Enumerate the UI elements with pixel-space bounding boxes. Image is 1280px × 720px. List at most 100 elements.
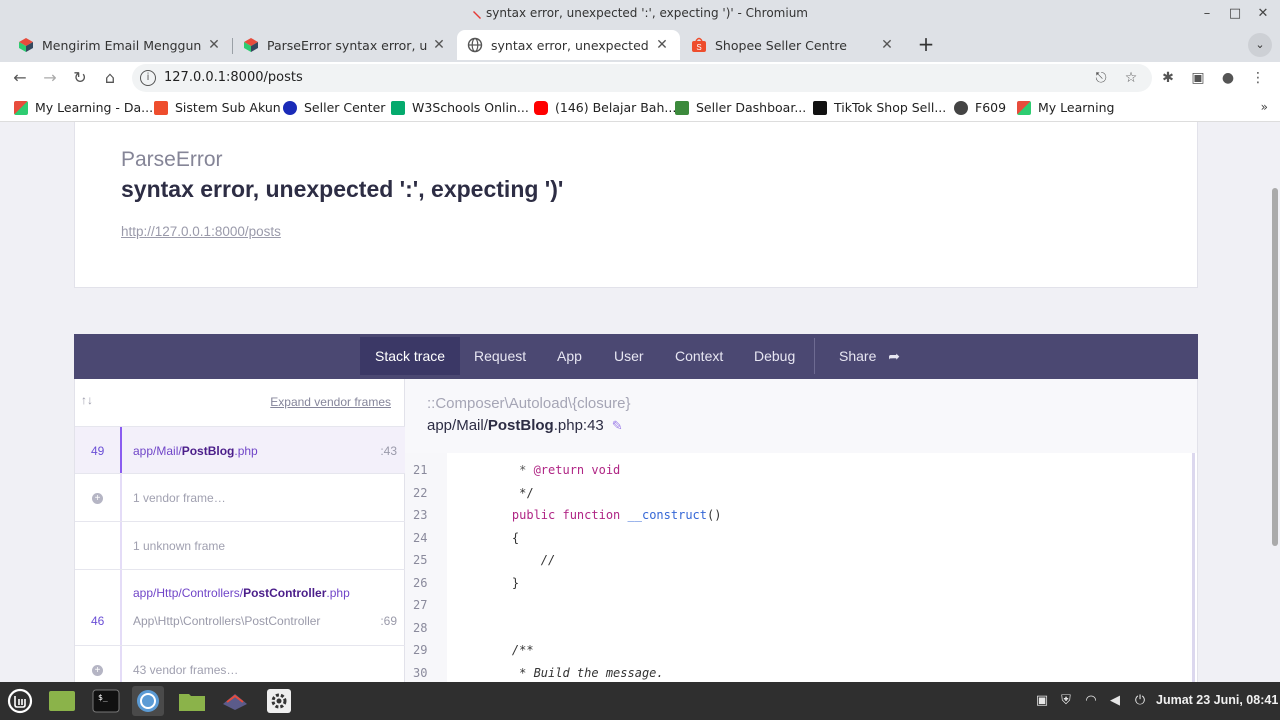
tab-context[interactable]: Context xyxy=(660,337,738,375)
tab-close-icon[interactable]: ✕ xyxy=(431,37,447,53)
frame-group-indicator xyxy=(120,474,122,521)
extensions-icon[interactable]: ✱ xyxy=(1158,68,1178,88)
tab-shopee-seller[interactable]: S Shopee Seller Centre ✕ xyxy=(681,30,905,60)
terminal-icon[interactable]: $_ xyxy=(90,686,122,716)
page-scrollbar[interactable] xyxy=(1270,122,1280,682)
frame-file-name: app/Mail/PostBlog.php:43 ✎ xyxy=(427,417,623,434)
bookmark-item[interactable]: My Learning - Da... xyxy=(14,100,153,115)
bookmark-favicon-icon xyxy=(154,100,168,115)
frame-class-name: ::Composer\Autoload\{closure} xyxy=(427,395,631,412)
bookmark-favicon-icon xyxy=(283,100,297,115)
selected-frame-indicator xyxy=(120,427,122,473)
minimize-button[interactable]: – xyxy=(1196,4,1218,24)
power-icon[interactable]: ⏻ xyxy=(1131,692,1149,710)
close-window-button[interactable]: ✕ xyxy=(1252,4,1274,24)
shield-icon[interactable]: ⛨ xyxy=(1057,692,1075,710)
bookmark-favicon-icon xyxy=(14,100,28,115)
tab-stack-trace[interactable]: Stack trace xyxy=(360,337,461,375)
edit-pencil-icon[interactable]: ✎ xyxy=(612,418,623,433)
bookmark-label: W3Schools Onlin... xyxy=(412,100,529,115)
site-info-icon[interactable]: i xyxy=(140,70,156,86)
expand-vendor-frames-link[interactable]: Expand vendor frames xyxy=(270,395,391,409)
bookmark-item[interactable]: W3Schools Onlin... xyxy=(391,100,529,115)
code-line: 29 /** xyxy=(413,643,534,657)
bookmark-item[interactable]: Sistem Sub Akun xyxy=(154,100,281,115)
chromium-icon[interactable] xyxy=(132,686,164,716)
share-page-icon[interactable]: ⎋ xyxy=(1092,69,1110,87)
error-message: syntax error, unexpected ':', expecting … xyxy=(121,176,564,202)
bookmark-label: TikTok Shop Sell... xyxy=(834,100,947,115)
maximize-button[interactable]: □ xyxy=(1224,4,1246,24)
side-panel-icon[interactable]: ▣ xyxy=(1188,68,1208,88)
new-tab-button[interactable]: + xyxy=(914,33,938,57)
tab-debug[interactable]: Debug xyxy=(739,337,810,375)
expand-plus-icon: + xyxy=(92,665,103,676)
globe-icon xyxy=(467,37,483,53)
stack-frame-postcontroller[interactable]: app/Http/Controllers/PostController.php … xyxy=(75,570,405,646)
browser-toolbar: ← → ↻ ⌂ i 127.0.0.1:8000/posts ⎋ ☆ ✱ ▣ ●… xyxy=(0,62,1280,94)
wifi-icon[interactable]: ◠ xyxy=(1082,692,1100,710)
vendor-frames-group[interactable]: + 43 vendor frames… xyxy=(75,646,405,682)
tab-request[interactable]: Request xyxy=(459,337,541,375)
archive-icon[interactable] xyxy=(219,686,251,716)
desktop-icon[interactable] xyxy=(46,686,78,716)
code-line: 26 } xyxy=(413,576,520,590)
tab-close-icon[interactable]: ✕ xyxy=(206,37,222,53)
share-icon: ➦ xyxy=(888,348,900,364)
profile-icon[interactable]: ● xyxy=(1218,68,1238,88)
bookmarks-bar: My Learning - Da... Sistem Sub Akun Sell… xyxy=(0,94,1280,122)
volume-icon[interactable]: ◀ xyxy=(1106,692,1124,710)
bookmark-item[interactable]: Seller Dashboar... xyxy=(675,100,806,115)
tab-app[interactable]: App xyxy=(542,337,597,375)
frame-group-indicator xyxy=(120,646,122,682)
tab-syntax-error[interactable]: syntax error, unexpected ':', e ✕ xyxy=(457,30,680,60)
scrollbar-thumb[interactable] xyxy=(1272,188,1278,546)
tab-favicon-icon xyxy=(244,38,258,52)
back-button[interactable]: ← xyxy=(8,66,32,90)
tab-close-icon[interactable]: ✕ xyxy=(654,37,670,53)
tab-search-button[interactable]: ⌄ xyxy=(1248,33,1272,57)
vendor-frames-label: 43 vendor frames… xyxy=(133,663,239,677)
file-manager-icon[interactable] xyxy=(176,686,208,716)
svg-text:$_: $_ xyxy=(98,693,108,702)
tab-user[interactable]: User xyxy=(599,337,659,375)
error-url-link[interactable]: http://127.0.0.1:8000/posts xyxy=(121,224,281,239)
home-button[interactable]: ⌂ xyxy=(98,66,122,90)
mint-menu-icon[interactable] xyxy=(4,686,36,716)
bookmark-label: Seller Center xyxy=(304,100,386,115)
url-text[interactable]: 127.0.0.1:8000/posts xyxy=(164,70,303,85)
bookmark-label: F609 xyxy=(975,100,1007,115)
code-line: 28 xyxy=(413,621,428,635)
bookmarks-overflow-button[interactable]: » xyxy=(1261,100,1268,114)
error-card: ParseError syntax error, unexpected ':',… xyxy=(74,122,1198,288)
forward-button[interactable]: → xyxy=(38,66,62,90)
frame-group-indicator xyxy=(120,522,122,569)
settings-icon[interactable] xyxy=(263,686,295,716)
unknown-frame[interactable]: 1 unknown frame xyxy=(75,522,405,570)
tab-close-icon[interactable]: ✕ xyxy=(879,37,895,53)
code-line: 24 { xyxy=(413,531,520,545)
reload-button[interactable]: ↻ xyxy=(68,66,92,90)
bookmark-item[interactable]: Seller Center xyxy=(283,100,385,115)
bookmark-item[interactable]: F609 xyxy=(954,100,1006,115)
frame-line: :43 xyxy=(380,444,397,458)
bookmark-item[interactable]: (146) Belajar Bah... xyxy=(534,100,676,115)
tab-mengirim-email[interactable]: Mengirim Email Menggunakan ✕ xyxy=(8,30,232,60)
stack-frame-postblog[interactable]: 49 app/Mail/PostBlog.php :43 xyxy=(75,427,405,474)
system-clock[interactable]: Jumat 23 Juni, 08:41 xyxy=(1156,693,1278,707)
share-button[interactable]: Share ➦ xyxy=(824,337,915,375)
clipboard-icon[interactable]: ▣ xyxy=(1033,692,1051,710)
bookmark-star-icon[interactable]: ☆ xyxy=(1122,69,1140,87)
frame-number: 46 xyxy=(91,614,105,628)
expand-plus-icon: + xyxy=(92,493,103,504)
bookmark-item[interactable]: TikTok Shop Sell... xyxy=(813,100,946,115)
tab-parseerror[interactable]: ParseError syntax error, unexp ✕ xyxy=(233,30,457,60)
menu-icon[interactable]: ⋮ xyxy=(1248,68,1268,88)
frame-nav-arrows-icon[interactable]: ↑↓ xyxy=(81,393,93,407)
frame-line: :69 xyxy=(380,614,397,628)
vendor-frames-group[interactable]: + 1 vendor frame… xyxy=(75,474,405,522)
stack-frame-list: ↑↓ Expand vendor frames 49 app/Mail/Post… xyxy=(75,379,405,682)
address-bar[interactable]: i 127.0.0.1:8000/posts ⎋ ☆ xyxy=(132,64,1152,92)
globe-icon xyxy=(954,100,968,115)
bookmark-item[interactable]: My Learning xyxy=(1017,100,1114,115)
